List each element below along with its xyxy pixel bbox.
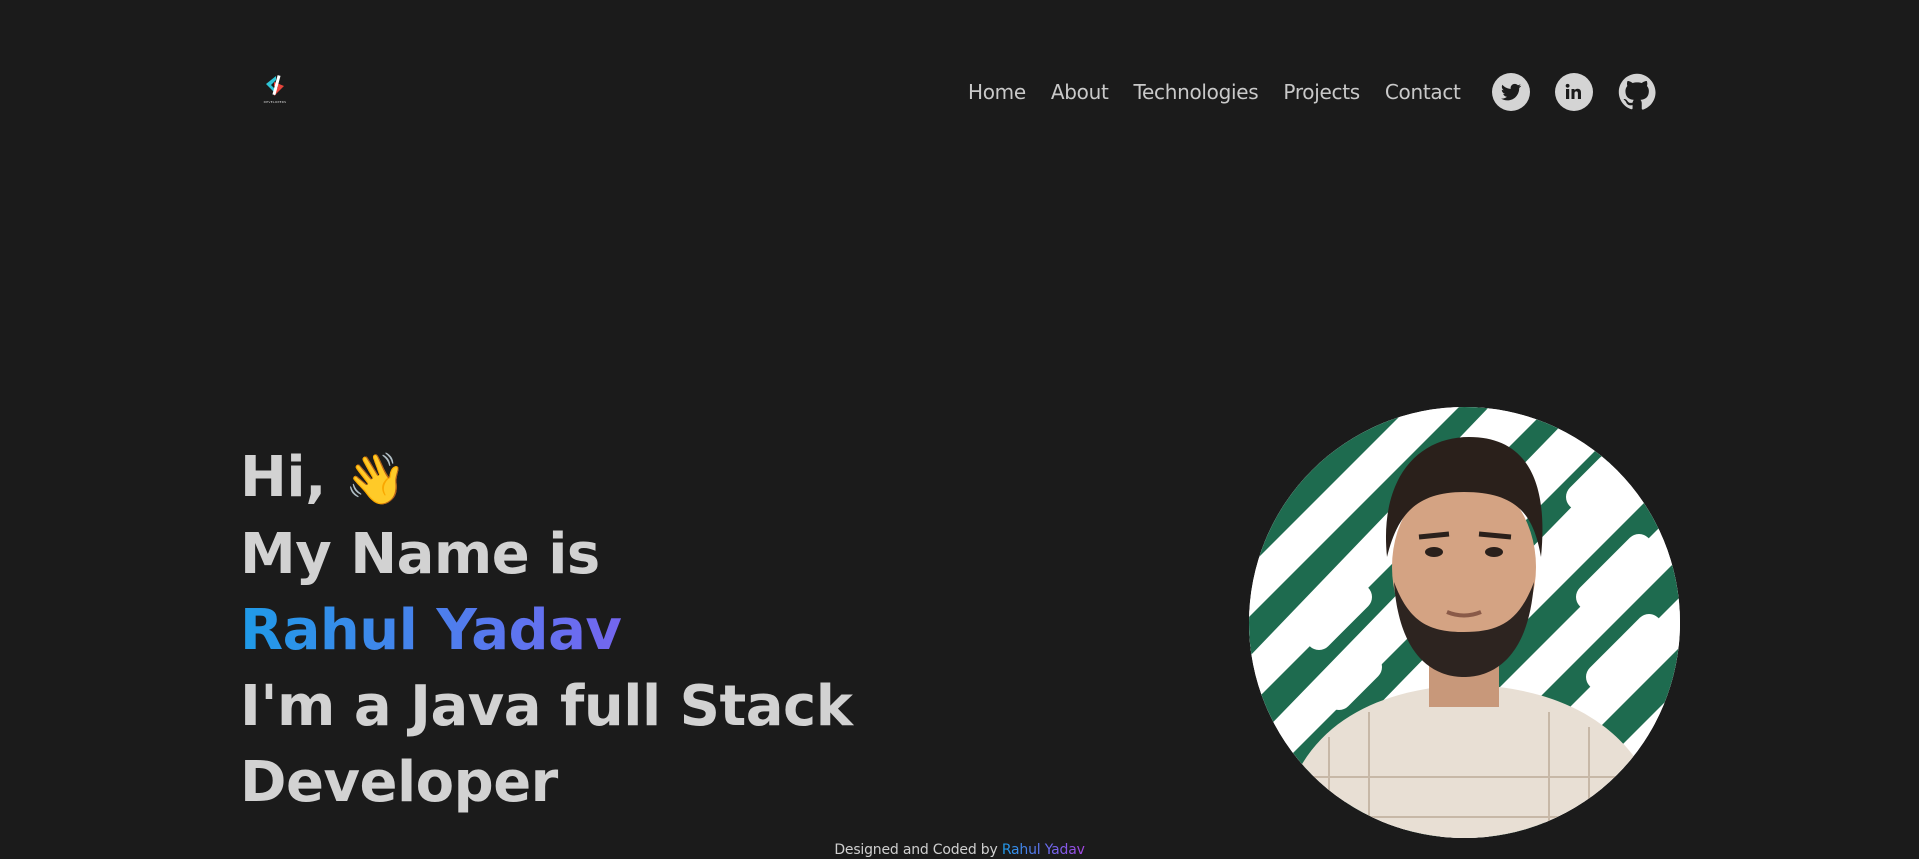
footer-author-link[interactable]: Rahul Yadav: [1002, 842, 1085, 858]
greeting-line: Hi, 👋: [240, 440, 852, 517]
hero-name: Rahul Yadav: [240, 593, 852, 669]
github-icon: [1618, 73, 1656, 110]
logo-mark-icon: [266, 75, 284, 96]
footer-credit-text: Designed and Coded by: [834, 842, 998, 858]
role-line-1: I'm a Java full Stack: [240, 674, 853, 739]
nav-about[interactable]: About: [1051, 78, 1109, 106]
nav-technologies[interactable]: Technologies: [1134, 78, 1259, 106]
social-links: [1492, 73, 1656, 111]
wave-emoji-icon: 👋: [344, 450, 407, 508]
nav-contact[interactable]: Contact: [1385, 78, 1461, 106]
nav-home[interactable]: Home: [968, 78, 1026, 106]
site-footer: Designed and Coded by Rahul Yadav: [0, 842, 1919, 858]
logo-wordmark: DEVELOPERS: [263, 100, 287, 104]
main-nav: Home About Technologies Projects Contact: [968, 78, 1486, 106]
profile-avatar: [1249, 407, 1680, 838]
twitter-icon: [1500, 83, 1522, 101]
linkedin-link[interactable]: [1555, 73, 1593, 111]
greeting-text: Hi,: [240, 445, 326, 510]
intro-line: My Name is: [240, 522, 600, 587]
role-line-2: Developer: [240, 750, 558, 815]
hero-intro: Hi, 👋 My Name is Rahul Yadav I'm a Java …: [240, 440, 853, 821]
twitter-link[interactable]: [1492, 73, 1530, 111]
linkedin-icon: [1565, 83, 1581, 99]
site-logo[interactable]: DEVELOPERS: [260, 72, 290, 108]
github-link[interactable]: [1618, 73, 1656, 111]
profile-photo: [1249, 407, 1680, 838]
nav-projects[interactable]: Projects: [1283, 78, 1360, 106]
portfolio-page: DEVELOPERS Home About Technologies Proje…: [0, 0, 1919, 859]
